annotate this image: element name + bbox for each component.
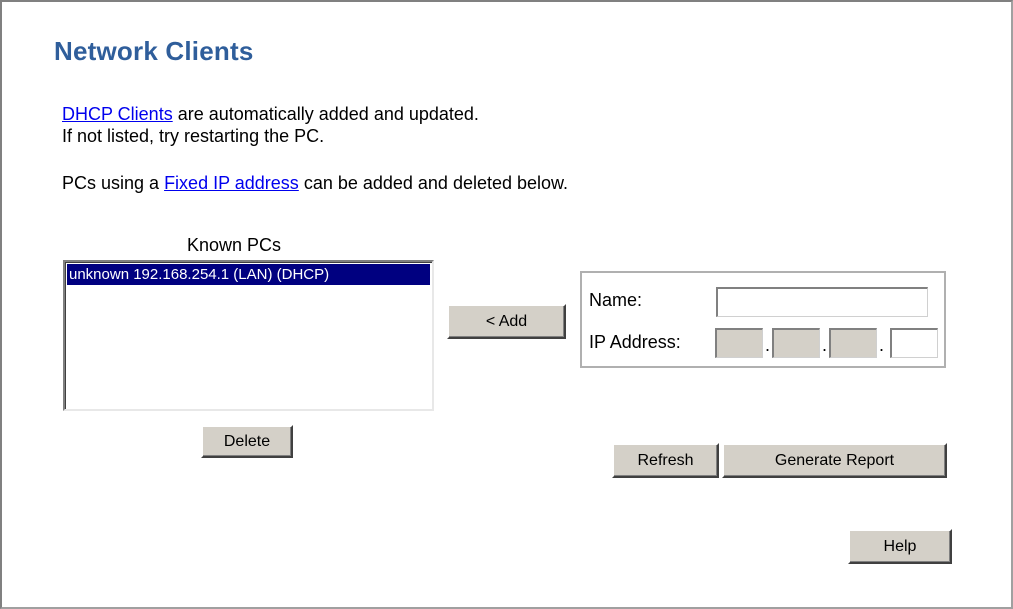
intro-line-3: PCs using a Fixed IP address can be adde… [62, 173, 568, 194]
refresh-button[interactable]: Refresh [612, 443, 719, 478]
known-pc-item[interactable]: unknown 192.168.254.1 (LAN) (DHCP) [67, 264, 430, 285]
known-pcs-label: Known PCs [187, 235, 282, 255]
ip-separator: . [765, 335, 771, 355]
intro-line-1: DHCP Clients are automatically added and… [62, 104, 479, 125]
page-title: Network Clients [54, 36, 254, 66]
page-frame: Network Clients DHCP Clients are automat… [0, 0, 1013, 609]
ip-octet-1-input[interactable] [715, 328, 763, 358]
ip-octet-2-input[interactable] [772, 328, 820, 358]
dhcp-clients-link[interactable]: DHCP Clients [62, 104, 173, 124]
ip-separator: . [822, 335, 828, 355]
name-label: Name: [589, 290, 643, 310]
intro-line-2: If not listed, try restarting the PC. [62, 126, 325, 146]
delete-button[interactable]: Delete [201, 425, 293, 458]
intro-line-1-text: are automatically added and updated. [172, 104, 479, 124]
name-input[interactable] [716, 287, 928, 317]
fixed-ip-link[interactable]: Fixed IP address [164, 173, 299, 193]
ip-address-label: IP Address: [589, 332, 681, 352]
help-button[interactable]: Help [848, 529, 952, 564]
add-pc-panel: Name: IP Address: . . . [580, 271, 946, 368]
known-pcs-listbox[interactable]: unknown 192.168.254.1 (LAN) (DHCP) [63, 260, 434, 411]
generate-report-button[interactable]: Generate Report [722, 443, 947, 478]
intro-line-3-post: can be added and deleted below. [298, 173, 569, 193]
ip-separator: . [879, 335, 885, 355]
ip-octet-4-input[interactable] [890, 328, 938, 358]
ip-octet-3-input[interactable] [829, 328, 877, 358]
add-button[interactable]: < Add [447, 304, 566, 339]
intro-line-3-pre: PCs using a [62, 173, 165, 193]
